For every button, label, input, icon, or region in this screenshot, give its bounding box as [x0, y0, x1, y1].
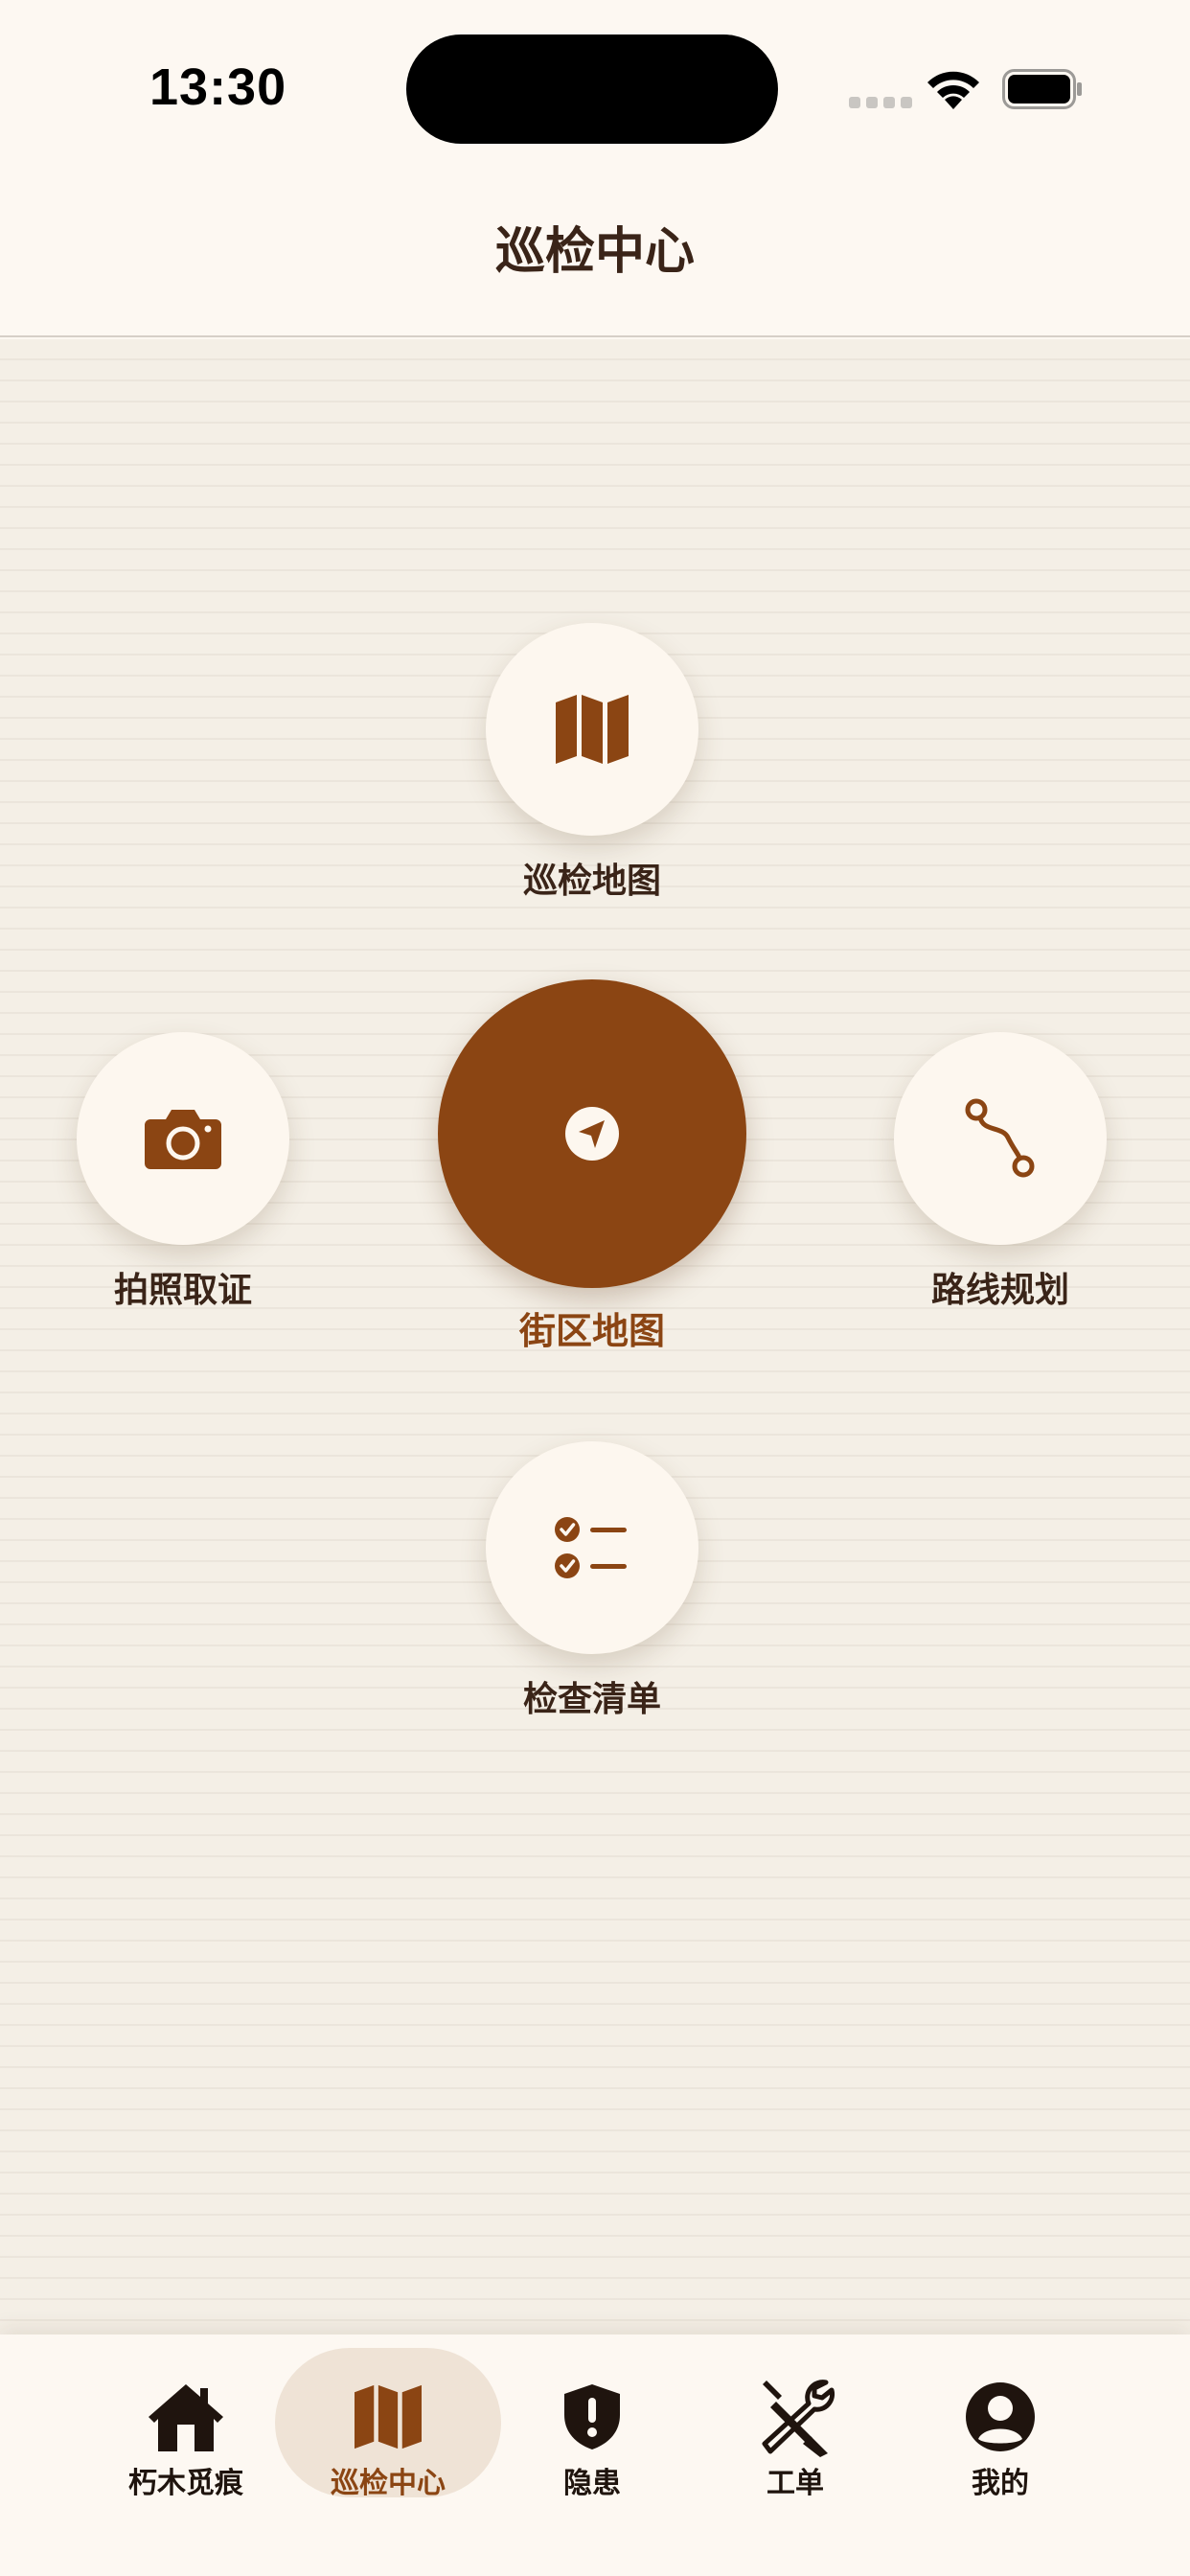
dynamic-island [406, 34, 778, 144]
block-map-action[interactable]: 街区地图 [438, 979, 746, 1354]
checklist-icon [555, 1517, 627, 1578]
home-icon [143, 2379, 229, 2455]
location-arrow-icon [565, 1107, 619, 1161]
map-icon [345, 2379, 431, 2455]
wifi-icon [927, 71, 979, 109]
photo-evidence-label: 拍照取证 [113, 1271, 252, 1310]
patrol-map-action[interactable]: 巡检地图 [486, 623, 698, 903]
patrol-map-label: 巡检地图 [522, 862, 661, 901]
tab-work-order-label: 工单 [767, 2467, 824, 2500]
route-planning-action[interactable]: 路线规划 [894, 1032, 1107, 1312]
tools-icon [752, 2379, 838, 2457]
tab-patrol-center-label: 巡检中心 [331, 2467, 446, 2500]
checklist-button[interactable] [486, 1441, 698, 1654]
checklist-action[interactable]: 检查清单 [486, 1441, 698, 1721]
block-map-label: 街区地图 [518, 1310, 665, 1352]
route-planning-button[interactable] [894, 1032, 1107, 1245]
tab-hazard[interactable]: 隐患 [491, 2348, 694, 2500]
user-icon [957, 2379, 1043, 2455]
tab-mine[interactable]: 我的 [899, 2348, 1102, 2500]
shield-alert-icon [549, 2379, 635, 2455]
checklist-label: 检查清单 [522, 1680, 661, 1719]
route-icon [965, 1098, 1035, 1178]
status-time: 13:30 [149, 58, 287, 116]
map-icon [556, 695, 629, 764]
signal-icon [849, 97, 912, 108]
tab-home[interactable]: 朽木觅痕 [84, 2348, 287, 2500]
photo-evidence-action[interactable]: 拍照取证 [77, 1032, 289, 1312]
tab-home-label: 朽木觅痕 [128, 2467, 243, 2500]
route-planning-label: 路线规划 [930, 1271, 1069, 1310]
tab-work-order[interactable]: 工单 [694, 2348, 897, 2500]
status-bar: 13:30 [0, 0, 1190, 182]
photo-evidence-button[interactable] [77, 1032, 289, 1245]
camera-icon [145, 1110, 221, 1169]
tab-hazard-label: 隐患 [563, 2467, 621, 2500]
header: 巡检中心 [0, 182, 1190, 337]
block-map-button[interactable] [438, 979, 746, 1288]
tab-bar: 朽木觅痕 巡检中心 隐患 工单 我的 [0, 2334, 1190, 2576]
tab-mine-label: 我的 [972, 2467, 1029, 2500]
page-title: 巡检中心 [494, 223, 695, 281]
main-content: 巡检地图 拍照取证 街区地图 路线规划 检查清单 [0, 339, 1190, 2334]
patrol-map-button[interactable] [486, 623, 698, 836]
battery-icon [1002, 69, 1082, 109]
tab-patrol-center[interactable]: 巡检中心 [275, 2348, 501, 2500]
